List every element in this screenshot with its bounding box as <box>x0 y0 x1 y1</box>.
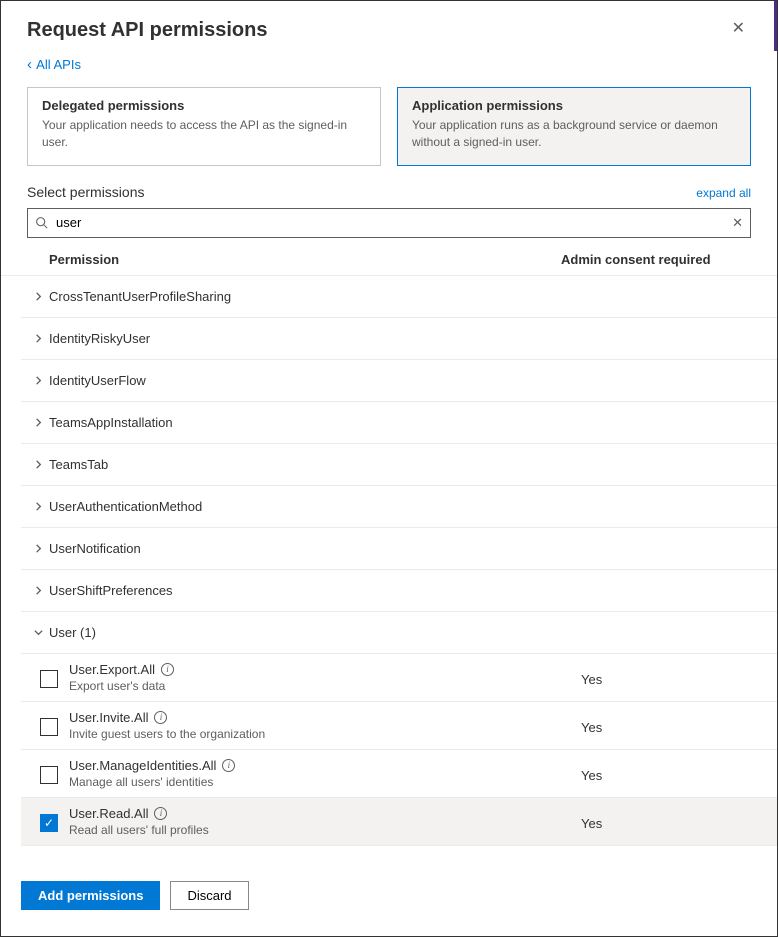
application-title: Application permissions <box>412 98 736 113</box>
info-icon[interactable]: i <box>222 759 235 772</box>
chevron-right-icon <box>29 291 47 302</box>
permission-description: Invite guest users to the organization <box>69 727 571 741</box>
delegated-permissions-card[interactable]: Delegated permissions Your application n… <box>27 87 381 166</box>
permission-group-row[interactable]: IdentityUserFlow <box>21 360 777 402</box>
permission-name: User.Invite.All i <box>69 710 571 725</box>
permission-group-row[interactable]: TeamsAppInstallation <box>21 402 777 444</box>
permission-group-label: User (1) <box>47 625 96 640</box>
permission-row[interactable]: User.Export.All i Export user's data Yes <box>21 654 777 702</box>
permission-checkbox[interactable] <box>40 766 58 784</box>
permission-group-row[interactable]: UserAuthenticationMethod <box>21 486 777 528</box>
delegated-title: Delegated permissions <box>42 98 366 113</box>
chevron-right-icon <box>29 417 47 428</box>
permission-group-row[interactable]: CrossTenantUserProfileSharing <box>21 276 777 318</box>
info-icon[interactable]: i <box>161 663 174 676</box>
permission-group-row[interactable]: UserShiftPreferences <box>21 570 777 612</box>
permission-group-label: IdentityRiskyUser <box>47 331 150 346</box>
back-all-apis-link[interactable]: All APIs <box>27 57 81 72</box>
chevron-right-icon <box>29 459 47 470</box>
column-header-permission: Permission <box>49 252 561 267</box>
application-desc: Your application runs as a background se… <box>412 117 736 151</box>
permission-group-row[interactable]: TeamsTab <box>21 444 777 486</box>
permission-name: User.ManageIdentities.All i <box>69 758 571 773</box>
permission-group-label: UserAuthenticationMethod <box>47 499 202 514</box>
permission-group-label: UserShiftPreferences <box>47 583 173 598</box>
info-icon[interactable]: i <box>154 807 167 820</box>
chevron-right-icon <box>29 375 47 386</box>
page-title: Request API permissions <box>27 19 267 42</box>
permission-row[interactable]: User.ManageIdentities.All i Manage all us… <box>21 750 777 798</box>
permission-group-label: TeamsAppInstallation <box>47 415 173 430</box>
expand-all-link[interactable]: expand all <box>696 186 751 200</box>
permission-checkbox[interactable]: ✓ <box>40 814 58 832</box>
permissions-scroll-area[interactable]: CrossTenantUserProfileSharing IdentityRis… <box>21 276 777 851</box>
admin-consent-value: Yes <box>581 758 771 783</box>
panel-accent <box>774 1 777 51</box>
permission-checkbox[interactable] <box>40 718 58 736</box>
admin-consent-value: Yes <box>581 662 771 687</box>
chevron-down-icon <box>29 627 47 638</box>
permission-group-row[interactable]: UserNotification <box>21 528 777 570</box>
application-permissions-card[interactable]: Application permissions Your application… <box>397 87 751 166</box>
permission-group-label: CrossTenantUserProfileSharing <box>47 289 231 304</box>
search-input[interactable] <box>27 208 751 238</box>
permission-group-label: IdentityUserFlow <box>47 373 146 388</box>
permission-description: Manage all users' identities <box>69 775 571 789</box>
discard-button[interactable]: Discard <box>170 881 248 910</box>
permission-row[interactable]: User.Invite.All i Invite guest users to t… <box>21 702 777 750</box>
chevron-right-icon <box>29 543 47 554</box>
chevron-right-icon <box>29 333 47 344</box>
permission-group-label: TeamsTab <box>47 457 108 472</box>
admin-consent-value: Yes <box>581 710 771 735</box>
close-icon[interactable]: ✕ <box>726 19 751 39</box>
clear-search-icon[interactable]: ✕ <box>732 215 743 231</box>
permission-row[interactable]: ✓ User.Read.All i Read all users' full pro… <box>21 798 777 846</box>
permission-description: Export user's data <box>69 679 571 693</box>
permission-name: User.Read.All i <box>69 806 571 821</box>
info-icon[interactable]: i <box>154 711 167 724</box>
chevron-right-icon <box>29 585 47 596</box>
admin-consent-value: Yes <box>581 806 771 831</box>
permission-group-row[interactable]: IdentityRiskyUser <box>21 318 777 360</box>
column-header-admin: Admin consent required <box>561 252 751 267</box>
permission-group-row[interactable]: User (1) <box>21 612 777 654</box>
delegated-desc: Your application needs to access the API… <box>42 117 366 151</box>
permission-group-label: UserNotification <box>47 541 141 556</box>
select-permissions-label: Select permissions <box>27 184 145 200</box>
permission-name: User.Export.All i <box>69 662 571 677</box>
permission-description: Read all users' full profiles <box>69 823 571 837</box>
permission-checkbox[interactable] <box>40 670 58 688</box>
add-permissions-button[interactable]: Add permissions <box>21 881 160 910</box>
chevron-right-icon <box>29 501 47 512</box>
